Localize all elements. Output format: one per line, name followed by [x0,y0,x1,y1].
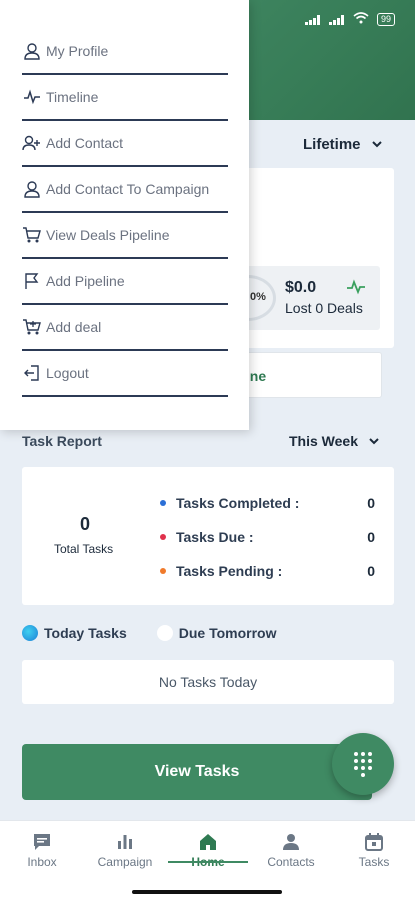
tab-label: Today Tasks [44,625,127,641]
menu-label: Add Contact [46,135,124,151]
activity-icon [346,279,366,300]
menu-item-add-contact[interactable]: Add Contact [22,121,228,167]
view-tasks-button[interactable]: View Tasks [22,744,372,800]
menu-label: Logout [46,365,89,381]
user-icon [22,41,42,61]
flag-icon [22,271,42,291]
total-tasks-count: 0 [80,514,91,534]
nav-item-campaign[interactable]: Campaign [85,829,165,869]
dialpad-icon [354,751,372,777]
battery-icon: 99 [376,13,395,26]
period-dropdown[interactable]: Lifetime [303,136,383,153]
nav-label: Contacts [267,855,315,869]
total-tasks-label: Total Tasks [54,542,114,556]
nav-item-inbox[interactable]: Inbox [2,829,82,869]
task-row-label: Tasks Due : [176,529,254,545]
chevron-down-icon [368,433,380,449]
menu-item-add-deal[interactable]: Add deal [22,305,228,351]
menu-item-add-contact-to-campaign[interactable]: Add Contact To Campaign [22,167,228,213]
menu-label: Add deal [46,319,102,335]
menu-item-timeline[interactable]: Timeline [22,75,228,121]
activity-icon [22,87,42,107]
menu-label: Add Pipeline [46,273,125,289]
no-tasks-message: No Tasks Today [22,660,394,704]
nav-item-home[interactable]: Home [168,829,248,869]
dot-icon [160,500,166,506]
side-drawer-menu: My Profile Timeline Add Contact Add Cont… [0,0,249,430]
task-row-value: 0 [367,529,375,545]
status-bar: 99 [304,12,395,27]
task-tabs: Today Tasks Due Tomorrow [22,625,277,641]
tab-label: Due Tomorrow [178,625,277,641]
tab-today-tasks[interactable]: Today Tasks [22,625,127,641]
gesture-home-bar[interactable] [132,890,282,894]
ring-percent: 0% [250,291,266,303]
radio-selected-icon [22,625,38,641]
menu-item-add-pipeline[interactable]: Add Pipeline [22,259,228,305]
signal-icon [304,14,321,25]
cart-plus-icon [22,317,42,337]
lost-amount: $0.0 [285,279,317,296]
tab-due-tomorrow[interactable]: Due Tomorrow [156,625,277,641]
dialpad-fab-button[interactable] [332,733,394,795]
task-row-completed: Tasks Completed : 0 [160,495,375,511]
bottom-navigation: Inbox Campaign Home Contacts Tasks [0,820,415,900]
nav-item-tasks[interactable]: Tasks [334,829,414,869]
dot-icon [160,534,166,540]
menu-item-view-deals-pipeline[interactable]: View Deals Pipeline [22,213,228,259]
task-period-label: This Week [289,433,358,449]
calendar-icon [334,829,414,855]
nav-label: Inbox [27,855,57,869]
menu-label: Timeline [46,89,99,105]
task-row-value: 0 [367,495,375,511]
user-icon [22,179,42,199]
period-label: Lifetime [303,136,361,153]
chevron-down-icon [371,136,383,153]
bar-chart-icon [85,829,165,855]
nav-label: Campaign [97,855,153,869]
task-report-title: Task Report [22,433,102,449]
person-icon [251,829,331,855]
menu-label: My Profile [46,43,109,59]
nav-item-contacts[interactable]: Contacts [251,829,331,869]
cart-icon [22,225,42,245]
task-row-due: Tasks Due : 0 [160,529,375,545]
menu-item-my-profile[interactable]: My Profile [22,29,228,75]
task-row-label: Tasks Completed : [176,495,300,511]
menu-label: Add Contact To Campaign [46,181,210,197]
home-icon [168,829,248,855]
signal-icon [328,14,345,25]
task-row-pending: Tasks Pending : 0 [160,563,375,579]
dot-icon [160,568,166,574]
lost-label: Lost 0 Deals [285,300,363,316]
user-plus-icon [22,133,42,153]
task-period-dropdown[interactable]: This Week [289,433,380,449]
menu-label: View Deals Pipeline [46,227,170,243]
wifi-icon [353,12,369,27]
inbox-icon [2,829,82,855]
nav-active-indicator [168,861,248,863]
task-row-value: 0 [367,563,375,579]
menu-item-logout[interactable]: Logout [22,351,228,397]
nav-label: Tasks [358,855,390,869]
task-row-label: Tasks Pending : [176,563,283,579]
radio-unselected-icon [156,625,173,641]
logout-icon [22,363,42,383]
